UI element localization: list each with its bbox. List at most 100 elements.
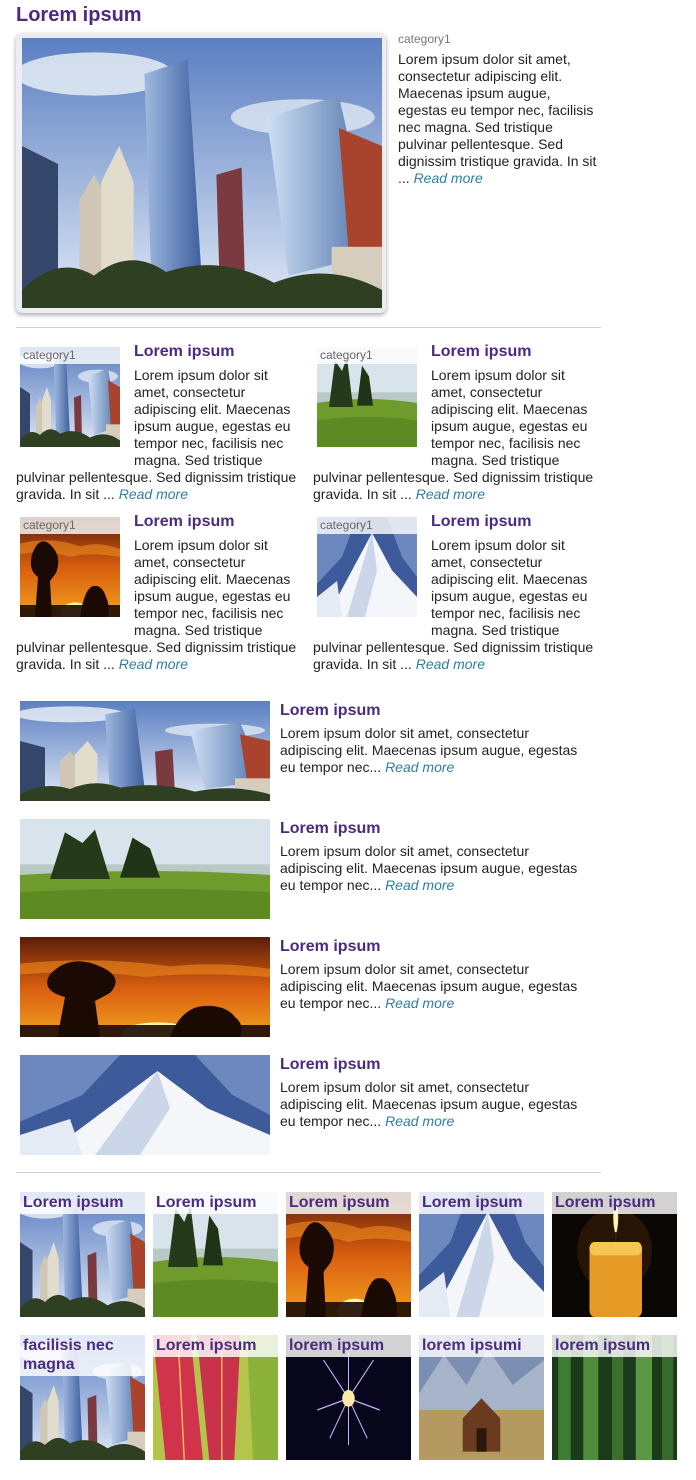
article-category[interactable]: category1 (317, 347, 417, 364)
excerpt-line: tempor nec, facilisis nec (431, 605, 581, 621)
read-more-link[interactable]: Read more (385, 759, 454, 775)
excerpt-line: amet, consectetur (431, 384, 543, 400)
grid-tile-title[interactable]: Lorem ipsum (419, 1192, 544, 1214)
grid-tile-title[interactable]: Lorem ipsum (552, 1192, 677, 1214)
grid-tile[interactable]: Lorem ipsum (153, 1335, 278, 1460)
excerpt-line: tempor nec, facilisis nec (134, 605, 284, 621)
excerpt-line: adipiscing elit. Maecenas (134, 401, 291, 417)
grid-tile-title[interactable]: Lorem ipsum (20, 1192, 145, 1214)
list-item-excerpt: Lorem ipsum dolor sit amet, consectetur … (280, 961, 577, 1012)
featured-read-more[interactable]: Read more (414, 170, 483, 186)
article-excerpt: Lorem ipsum dolor sit amet, consectetur … (431, 367, 601, 469)
excerpt-line: adipiscing elit. Maecenas ipsum augue, e… (280, 742, 578, 758)
read-more-link[interactable]: Read more (385, 1113, 454, 1129)
grid-tile[interactable]: lorem ipsum (286, 1335, 411, 1460)
divider (16, 1172, 601, 1173)
read-more-link[interactable]: Read more (385, 995, 454, 1011)
excerpt-line: gravida. In sit ... (16, 656, 115, 672)
article-title[interactable]: Lorem ipsum (431, 342, 531, 361)
excerpt-line: Lorem ipsum dolor sit (134, 367, 268, 383)
excerpt-line: tempor nec, facilisis nec (134, 435, 284, 451)
grid-tile[interactable]: lorem ipsumi (419, 1335, 544, 1460)
excerpt-line: pulvinar pellentesque. Sed dignissim tri… (313, 469, 594, 485)
list-item-title[interactable]: Lorem ipsum (280, 701, 380, 720)
grid-tile[interactable]: Lorem ipsum (419, 1192, 544, 1317)
excerpt-line: adipiscing elit. Maecenas (134, 571, 291, 587)
featured-title[interactable]: Lorem ipsum (16, 3, 142, 27)
excerpt-line: adipiscing elit. Maecenas (431, 571, 588, 587)
article-category[interactable]: category1 (20, 347, 120, 364)
list-item-title[interactable]: Lorem ipsum (280, 937, 380, 956)
article-excerpt: Lorem ipsum dolor sit amet, consectetur … (134, 367, 304, 469)
list-item-image[interactable] (20, 937, 270, 1037)
read-more-link[interactable]: Read more (119, 486, 188, 502)
grid-tile[interactable]: lorem ipsum (552, 1335, 677, 1460)
article-card: category1 Lorem ipsum Lorem ipsum dolor … (313, 511, 601, 676)
excerpt-line: Lorem ipsum dolor sit amet, consectetur (280, 843, 529, 859)
article-title[interactable]: Lorem ipsum (134, 512, 234, 531)
article-excerpt: Lorem ipsum dolor sit amet, consectetur … (431, 537, 601, 639)
grid-tile-title[interactable]: Lorem ipsum (286, 1192, 411, 1214)
excerpt-line: magna. Sed tristique (431, 452, 560, 468)
excerpt-line: pulvinar pellentesque. Sed dignissim tri… (16, 469, 297, 485)
grid-tile-title[interactable]: lorem ipsum (552, 1335, 677, 1357)
list-item: Lorem ipsum Lorem ipsum dolor sit amet, … (20, 701, 600, 801)
article-category[interactable]: category1 (317, 517, 417, 534)
grid-tile-title[interactable]: lorem ipsumi (419, 1335, 544, 1357)
excerpt-line: gravida. In sit ... (313, 486, 412, 502)
grid-tile-title[interactable]: facilisis nec magna (20, 1335, 145, 1376)
featured-category[interactable]: category1 (398, 32, 451, 46)
article-title[interactable]: Lorem ipsum (431, 512, 531, 531)
list-item-excerpt: Lorem ipsum dolor sit amet, consectetur … (280, 843, 577, 894)
article-card: category1 Lorem ipsum Lorem ipsum dolor … (313, 341, 601, 506)
excerpt-line: adipiscing elit. Maecenas ipsum augue, e… (280, 1096, 578, 1112)
list-item-image[interactable] (20, 819, 270, 919)
article-category[interactable]: category1 (20, 517, 120, 534)
excerpt-line: amet, consectetur (431, 554, 543, 570)
article-excerpt-tail: pulvinar pellentesque. Sed dignissim tri… (16, 639, 306, 673)
excerpt-line: Lorem ipsum dolor sit (431, 367, 565, 383)
excerpt-line: Lorem ipsum dolor sit amet, consectetur (280, 961, 529, 977)
divider (16, 327, 601, 328)
read-more-link[interactable]: Read more (416, 656, 485, 672)
read-more-link[interactable]: Read more (385, 877, 454, 893)
excerpt-line: Lorem ipsum dolor sit amet, consectetur (280, 1079, 529, 1095)
excerpt-line: adipiscing elit. Maecenas ipsum augue, e… (280, 860, 578, 876)
read-more-link[interactable]: Read more (119, 656, 188, 672)
featured-text: Lorem ipsum dolor sit amet, consectetur … (398, 51, 603, 187)
grid-tile[interactable]: Lorem ipsum (552, 1192, 677, 1317)
list-item-excerpt: Lorem ipsum dolor sit amet, consectetur … (280, 1079, 577, 1130)
article-title[interactable]: Lorem ipsum (134, 342, 234, 361)
excerpt-line: adipiscing elit. Maecenas (431, 401, 588, 417)
featured-image[interactable] (22, 38, 382, 308)
list-item-image[interactable] (20, 701, 270, 801)
grid-tile[interactable]: Lorem ipsum (20, 1192, 145, 1317)
excerpt-line: adipiscing elit. Maecenas ipsum augue, e… (280, 978, 578, 994)
excerpt-line: eu tempor nec... (280, 995, 382, 1011)
article-card: category1 Lorem ipsum Lorem ipsum dolor … (16, 511, 304, 676)
read-more-link[interactable]: Read more (416, 486, 485, 502)
excerpt-line: tempor nec, facilisis nec (431, 435, 581, 451)
excerpt-line: eu tempor nec... (280, 877, 382, 893)
excerpt-line: pulvinar pellentesque. Sed dignissim tri… (16, 639, 297, 655)
excerpt-line: magna. Sed tristique (431, 622, 560, 638)
list-item-image[interactable] (20, 1055, 270, 1155)
list-item: Lorem ipsum Lorem ipsum dolor sit amet, … (20, 937, 600, 1037)
excerpt-line: ipsum augue, egestas eu (431, 588, 588, 604)
list-item-title[interactable]: Lorem ipsum (280, 1055, 380, 1074)
excerpt-line: Lorem ipsum dolor sit amet, consectetur (280, 725, 529, 741)
excerpt-line: amet, consectetur (134, 384, 246, 400)
grid-tile[interactable]: facilisis nec magna (20, 1335, 145, 1460)
excerpt-line: ipsum augue, egestas eu (134, 418, 291, 434)
list-item-title[interactable]: Lorem ipsum (280, 819, 380, 838)
excerpt-line: ipsum augue, egestas eu (134, 588, 291, 604)
grid-tile-title[interactable]: Lorem ipsum (153, 1335, 278, 1357)
excerpt-line: eu tempor nec... (280, 1113, 382, 1129)
grid-tile-title[interactable]: lorem ipsum (286, 1335, 411, 1357)
grid-tile[interactable]: Lorem ipsum (153, 1192, 278, 1317)
excerpt-line: magna. Sed tristique (134, 452, 263, 468)
grid-tile-title[interactable]: Lorem ipsum (153, 1192, 278, 1214)
grid-tile[interactable]: Lorem ipsum (286, 1192, 411, 1317)
excerpt-line: ipsum augue, egestas eu (431, 418, 588, 434)
excerpt-line: magna. Sed tristique (134, 622, 263, 638)
